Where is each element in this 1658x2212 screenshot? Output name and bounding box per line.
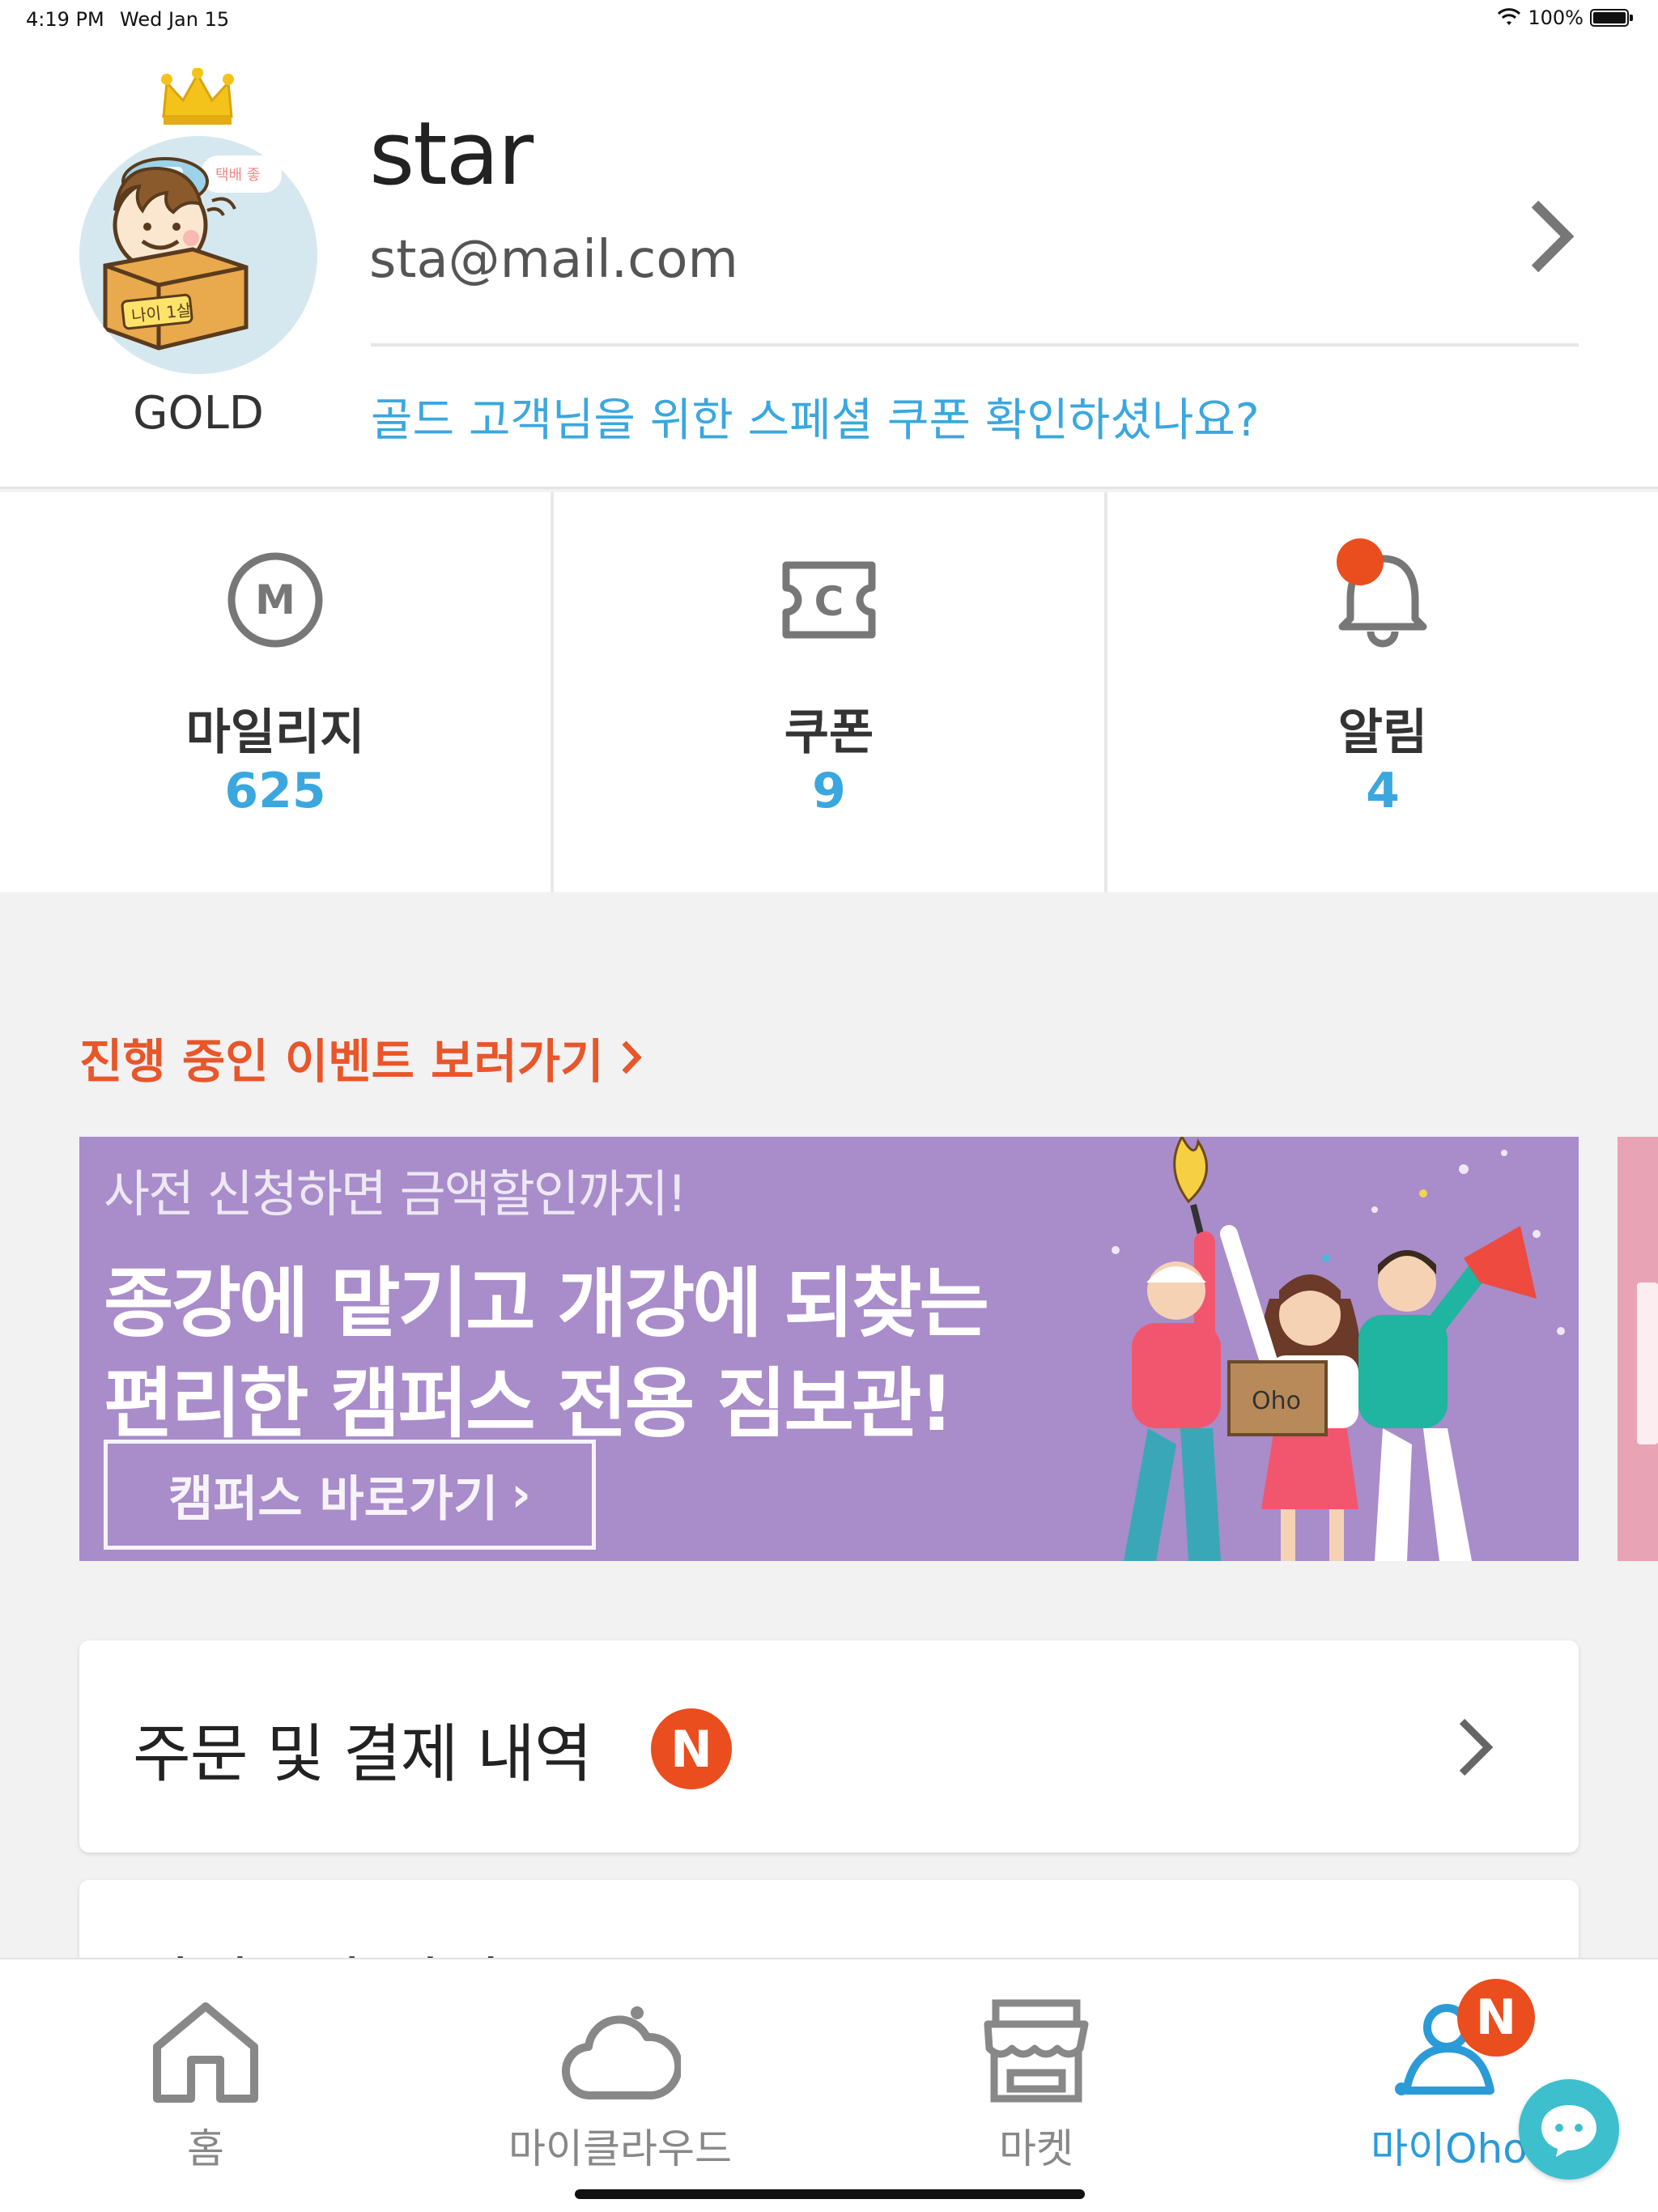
stat-alerts[interactable]: 알림 4 xyxy=(1107,492,1658,892)
svg-text:택배 좋: 택배 좋 xyxy=(215,167,260,184)
next-banner-peek[interactable] xyxy=(1618,1137,1658,1561)
campus-shortcut-button[interactable]: 캠퍼스 바로가기 › xyxy=(104,1440,596,1550)
username: star xyxy=(369,104,534,205)
wifi-icon xyxy=(1498,8,1521,25)
new-badge: N xyxy=(1457,1979,1535,2057)
cloud-icon xyxy=(561,2006,681,2100)
tab-label: 마켓 xyxy=(999,2125,1073,2172)
banner-subtitle: 사전 신청하면 금액할인까지! xyxy=(104,1164,687,1223)
grade-label: GOLD xyxy=(133,387,264,440)
chevron-right-icon xyxy=(1459,1718,1494,1776)
svg-text:C: C xyxy=(814,578,844,625)
stat-coupon[interactable]: C 쿠폰 9 xyxy=(554,492,1107,892)
stat-label: 마일리지 xyxy=(185,704,365,761)
banner-headline-1: 종강에 맡기고 개강에 되찾는 xyxy=(104,1260,989,1348)
stat-label: 알림 xyxy=(1337,704,1428,761)
svg-text:M: M xyxy=(255,576,295,623)
chat-bubble-icon xyxy=(1541,2105,1596,2157)
tab-market[interactable]: 마켓 xyxy=(899,1959,1174,2172)
battery-percent: 100% xyxy=(1528,6,1584,29)
chevron-right-icon xyxy=(622,1040,642,1074)
event-banner[interactable]: 사전 신청하면 금액할인까지! 종강에 맡기고 개강에 되찾는 편리한 캠퍼스 … xyxy=(79,1137,1579,1561)
profile-section[interactable]: 택배 좋 나이 1살 GOLD star sta@mail.com 골드 고객님… xyxy=(0,39,1658,489)
events-link[interactable]: 진행 중인 이벤트 보러가기 xyxy=(79,1023,643,1091)
stat-value: 9 xyxy=(812,763,846,819)
avatar-character-icon: 택배 좋 나이 1살 xyxy=(103,155,282,351)
banner-headline-2: 편리한 캠퍼스 전용 짐보관! xyxy=(104,1360,954,1448)
tab-label: 홈 xyxy=(187,2125,224,2172)
status-time: 4:19 PM xyxy=(26,8,104,31)
avatar[interactable]: 택배 좋 나이 1살 xyxy=(79,136,317,374)
divider xyxy=(371,343,1579,347)
orders-history-item[interactable]: 주문 및 결제 내역 N xyxy=(79,1640,1579,1853)
user-email: sta@mail.com xyxy=(369,230,738,290)
mileage-m-icon: M xyxy=(227,552,323,648)
tab-label: 마이클라우드 xyxy=(508,2125,732,2172)
coupon-promo-link[interactable]: 골드 고객님을 위한 스페셜 쿠폰 확인하셨나요? xyxy=(371,384,1260,449)
tab-home[interactable]: 홈 xyxy=(68,1959,343,2172)
notification-dot xyxy=(1337,538,1384,585)
stat-value: 4 xyxy=(1366,763,1400,819)
crown-icon xyxy=(161,68,234,125)
battery-icon xyxy=(1590,9,1633,27)
status-date: Wed Jan 15 xyxy=(120,8,230,31)
chevron-right-icon[interactable] xyxy=(1527,198,1575,275)
svg-text:Oho: Oho xyxy=(1252,1387,1301,1415)
home-icon xyxy=(153,2002,258,2103)
campus-shortcut-label: 캠퍼스 바로가기 xyxy=(168,1470,499,1528)
stat-value: 625 xyxy=(224,763,326,819)
new-badge: N xyxy=(651,1708,732,1789)
chat-button[interactable] xyxy=(1519,2079,1619,2180)
coupon-c-icon: C xyxy=(782,561,876,639)
tab-my-cloud[interactable]: 마이클라우드 xyxy=(483,1959,758,2172)
orders-history-label: 주문 및 결제 내역 xyxy=(133,1718,593,1791)
chevron-right-icon: › xyxy=(511,1466,532,1523)
banner-people-illustration: Oho xyxy=(1112,1137,1565,1561)
stat-label: 쿠폰 xyxy=(784,704,874,761)
events-link-label: 진행 중인 이벤트 보러가기 xyxy=(79,1034,604,1089)
stat-mileage[interactable]: M 마일리지 625 xyxy=(0,492,554,892)
stats-row: M 마일리지 625 C 쿠폰 9 알림 4 xyxy=(0,492,1658,892)
status-bar: 4:19 PM Wed Jan 15 100% xyxy=(0,0,1658,39)
tab-bar: 홈 마이클라우드 마켓 N 마이Oho xyxy=(0,1958,1658,2212)
home-indicator xyxy=(575,2189,1085,2199)
store-icon xyxy=(984,1999,1089,2103)
